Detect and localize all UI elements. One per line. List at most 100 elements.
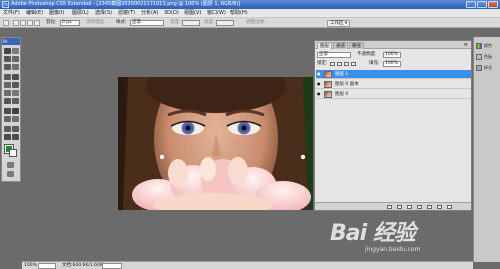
layer-mask-icon[interactable] (407, 205, 412, 209)
visibility-eye-icon[interactable]: ● (317, 72, 322, 76)
intersect-selection-icon[interactable] (34, 20, 40, 26)
layer-name: 图层 0 副本 (335, 82, 359, 87)
marquee-tool-icon[interactable] (12, 48, 19, 54)
maximize-button[interactable] (477, 1, 487, 8)
quick-select-tool-icon[interactable] (12, 56, 19, 62)
eraser-tool-icon[interactable] (4, 90, 11, 96)
tab-layers[interactable]: 图层 (317, 42, 332, 49)
brush-tool-icon[interactable] (12, 74, 19, 80)
menu-3d[interactable]: 3D(D) (164, 11, 179, 16)
path-select-tool-icon[interactable] (4, 116, 11, 122)
dock-label: 色板 (484, 54, 492, 59)
dock-color[interactable]: 颜色 (475, 41, 500, 51)
title-bar: Ps Adobe Photoshop CS5 Extended - [2345截… (0, 0, 500, 9)
refine-edge-button[interactable]: 调整边缘... (246, 20, 268, 26)
menu-image[interactable]: 图像(I) (49, 11, 64, 16)
menu-window[interactable]: 窗口(W) (207, 11, 226, 16)
opacity-input[interactable]: 100% (383, 52, 401, 58)
menu-analysis[interactable]: 分析(A) (141, 11, 158, 16)
dock-styles[interactable]: 样式 (475, 63, 500, 73)
layer-row-3[interactable]: ● 图层 0 (316, 90, 471, 99)
layer-row-1[interactable]: ● 图层 1 (316, 70, 471, 79)
marquee-preset-icon[interactable] (3, 20, 9, 26)
healing-brush-tool-icon[interactable] (4, 74, 11, 80)
baidu-watermark: Bai 经验 jingyan.baidu.com (330, 222, 470, 256)
history-brush-tool-icon[interactable] (12, 82, 19, 88)
minimize-button[interactable] (466, 1, 476, 8)
menu-help[interactable]: 帮助(H) (230, 11, 248, 16)
3d-rotate-tool-icon[interactable] (4, 126, 11, 132)
tab-channels[interactable]: 通道 (333, 42, 348, 49)
menu-file[interactable]: 文件(F) (3, 11, 20, 16)
close-button[interactable] (488, 1, 498, 8)
layer-thumbnail (324, 71, 332, 78)
add-selection-icon[interactable] (20, 20, 26, 26)
lock-transparent-icon[interactable] (330, 62, 335, 66)
menu-layer[interactable]: 图层(L) (72, 11, 89, 16)
3d-orbit-tool-icon[interactable] (12, 126, 19, 132)
new-selection-icon[interactable] (13, 20, 19, 26)
crop-tool-icon[interactable] (4, 64, 11, 70)
fill-input[interactable]: 100% (383, 61, 401, 67)
dock-swatches[interactable]: 色板 (475, 52, 500, 62)
layer-row-2[interactable]: ● 图层 0 副本 (316, 80, 471, 89)
menu-filter[interactable]: 滤镜(T) (118, 11, 135, 16)
visibility-eye-icon[interactable]: ● (317, 82, 322, 86)
blur-tool-icon[interactable] (4, 98, 11, 104)
scroll-track[interactable] (102, 263, 122, 269)
menu-edit[interactable]: 编辑(E) (26, 11, 43, 16)
dodge-tool-icon[interactable] (12, 98, 19, 104)
new-layer-icon[interactable] (437, 205, 442, 209)
lock-image-icon[interactable] (337, 62, 342, 66)
zoom-level[interactable]: 100% (24, 263, 37, 269)
workspace-button[interactable]: 工作区 ▾ (327, 20, 351, 27)
link-layers-icon[interactable] (387, 205, 392, 209)
blend-mode-select[interactable]: 正常 (317, 52, 351, 58)
shape-tool-icon[interactable] (12, 116, 19, 122)
visibility-eye-icon[interactable]: ● (317, 92, 322, 96)
eyedropper-tool-icon[interactable] (12, 64, 19, 70)
panel-menu-icon[interactable]: ≡ (464, 42, 468, 48)
document-canvas[interactable] (118, 77, 313, 210)
lasso-tool-icon[interactable] (4, 56, 11, 62)
zoom-tool-icon[interactable] (12, 134, 19, 140)
antialias-checkbox[interactable]: 消除锯齿 (86, 20, 104, 26)
subtract-selection-icon[interactable] (27, 20, 33, 26)
menu-bar: 文件(F) 编辑(E) 图像(I) 图层(L) 选择(S) 滤镜(T) 分析(A… (0, 9, 500, 18)
layer-style-icon[interactable] (397, 205, 402, 209)
menu-select[interactable]: 选择(S) (95, 11, 112, 16)
gradient-tool-icon[interactable] (12, 90, 19, 96)
menu-view[interactable]: 视图(V) (184, 11, 201, 16)
background-color-swatch[interactable] (9, 149, 17, 157)
layers-panel: 图层 通道 路径 ≡ 正常 不透明度: 100% 锁定: 填充: 100% ● … (314, 40, 472, 211)
watermark-logo: Bai 经验 (330, 221, 416, 246)
move-tool-icon[interactable] (4, 48, 11, 54)
photoshop-app-icon: Ps (2, 1, 9, 8)
layer-thumbnail (324, 91, 332, 98)
type-tool-icon[interactable] (12, 108, 19, 114)
lock-position-icon[interactable] (344, 62, 349, 66)
layer-name: 图层 1 (335, 72, 349, 77)
portrait-photo (118, 77, 313, 210)
zoom-box[interactable] (38, 263, 56, 269)
feather-input[interactable]: 0 px (60, 20, 80, 26)
height-input[interactable] (216, 20, 234, 26)
width-input[interactable] (182, 20, 200, 26)
feather-label: 羽化: (46, 20, 57, 25)
new-group-icon[interactable] (427, 205, 432, 209)
style-select[interactable]: 正常 (130, 20, 164, 26)
tab-paths[interactable]: 路径 (349, 42, 364, 49)
layer-thumbnail (324, 81, 332, 88)
adjustment-layer-icon[interactable] (417, 205, 422, 209)
hand-tool-icon[interactable] (4, 134, 11, 140)
document-info: 文档:640.6K/1.60M (62, 263, 104, 268)
panel-dock: 颜色 色板 样式 (473, 37, 500, 262)
quick-mask-icon[interactable] (7, 162, 14, 168)
trash-icon[interactable] (447, 205, 452, 209)
clone-stamp-tool-icon[interactable] (4, 82, 11, 88)
lock-all-icon[interactable] (351, 62, 356, 66)
toolbox-header: Ps (2, 38, 20, 45)
screen-mode-icon[interactable] (7, 171, 14, 177)
pen-tool-icon[interactable] (4, 108, 11, 114)
swatches-panel-icon (476, 54, 482, 60)
